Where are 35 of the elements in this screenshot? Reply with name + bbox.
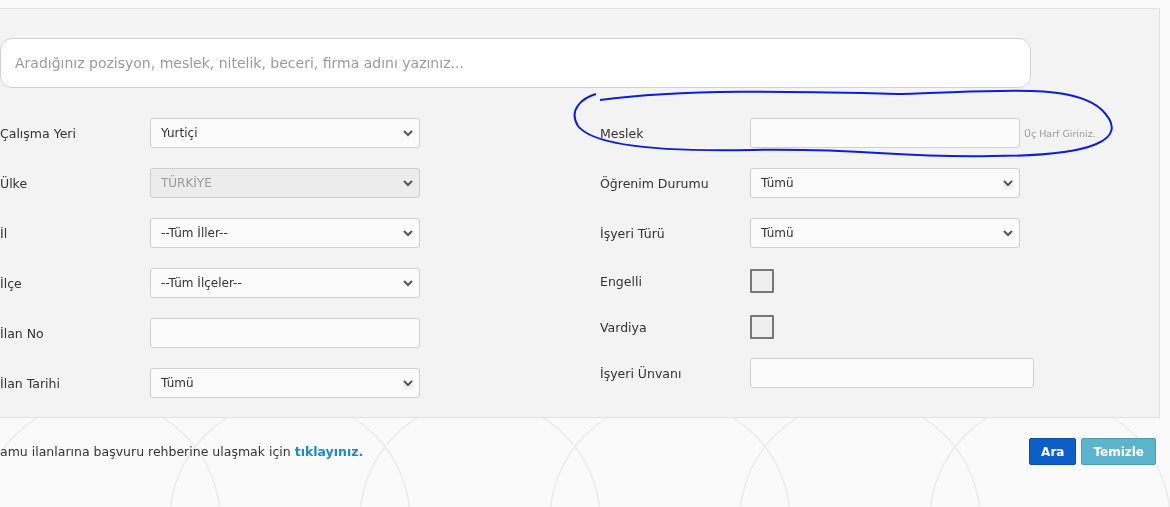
checkbox[interactable] [750, 315, 774, 339]
dropdown[interactable]: Tümü [750, 168, 1020, 198]
chevron-down-icon [403, 129, 413, 137]
search-field[interactable]: Aradığınız pozisyon, meslek, nitelik, beceri, firma adını yazınız... [0, 38, 1031, 88]
field-label: Ülke [0, 175, 29, 191]
field-hint: Üç Harf Giriniz. [1024, 127, 1096, 139]
chevron-down-icon [403, 379, 413, 387]
field-label: Öğrenim Durumu [600, 175, 710, 191]
field-label: Vardiya [600, 319, 648, 335]
field-label: İl [0, 225, 9, 241]
field-label: İşyeri Ünvanı [600, 365, 683, 381]
checkbox[interactable] [750, 269, 774, 293]
text-field[interactable] [750, 118, 1020, 148]
dropdown[interactable]: --Tüm İller-- [150, 218, 420, 248]
dropdown[interactable]: Tümü [750, 218, 1020, 248]
guide-link[interactable]: tıklayınız. [294, 444, 364, 459]
chevron-down-icon [1003, 229, 1013, 237]
dropdown[interactable]: Yurtiçi [150, 118, 420, 148]
search-button[interactable]: Ara [1029, 438, 1077, 465]
chevron-down-icon [403, 279, 413, 287]
field-label: Engelli [600, 273, 643, 289]
field-label: İlan Tarihi [0, 375, 61, 391]
guide-sentence: amu ilanlarına başvuru rehberine ulaşmak için tıklayınız. [0, 444, 364, 459]
chevron-down-icon [403, 229, 413, 237]
field-label: İlan No [0, 325, 45, 341]
chevron-down-icon [1003, 179, 1013, 187]
field-label: İlçe [0, 275, 23, 291]
text-field[interactable] [750, 358, 1034, 388]
chevron-down-icon [403, 179, 413, 187]
dropdown[interactable]: Tümü [150, 368, 420, 398]
field-label: Çalışma Yeri [0, 125, 77, 141]
dropdown[interactable]: --Tüm İlçeler-- [150, 268, 420, 298]
text-field[interactable] [150, 318, 420, 348]
field-label: İşyeri Türü [600, 225, 666, 241]
field-label: Meslek [600, 125, 645, 141]
